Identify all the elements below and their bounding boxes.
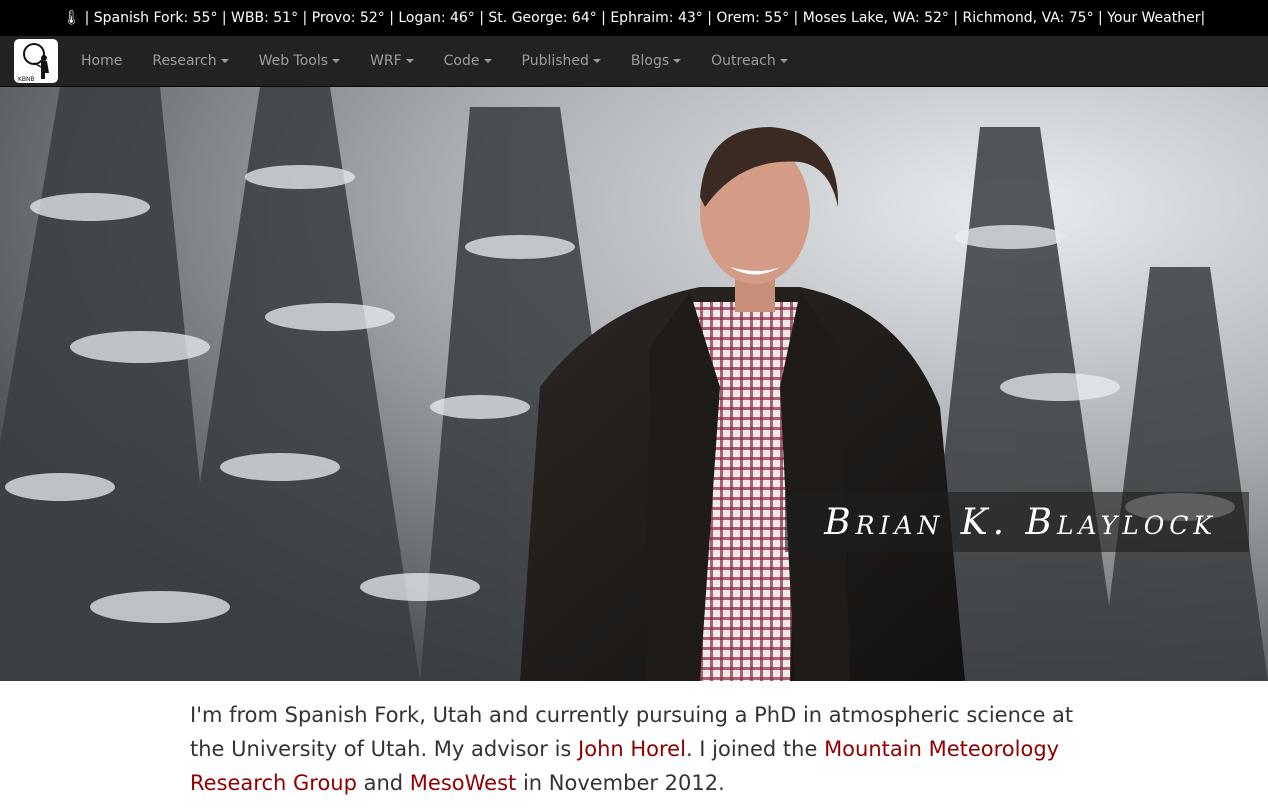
caret-down-icon (405, 59, 414, 63)
nav-home[interactable]: Home (66, 53, 137, 69)
site-logo[interactable]: KBNB (14, 39, 58, 83)
caret-down-icon (673, 59, 682, 63)
nav-web-tools[interactable]: Web Tools (244, 53, 355, 69)
weather-ticker-text[interactable]: | Spanish Fork: 55° | WBB: 51° | Provo: … (85, 10, 1206, 26)
svg-text:KBNB: KBNB (18, 76, 35, 83)
caret-down-icon (592, 59, 601, 63)
nav-outreach[interactable]: Outreach (696, 53, 803, 69)
hero-banner: Brian K. Blaylock (0, 87, 1268, 681)
nav-code[interactable]: Code (429, 53, 507, 69)
thermometer-icon: 🌡 (62, 10, 81, 26)
name-plate: Brian K. Blaylock (785, 492, 1249, 552)
nav-blogs[interactable]: Blogs (616, 53, 696, 69)
caret-down-icon (483, 59, 492, 63)
caret-down-icon (332, 59, 341, 63)
hero-photo (0, 87, 1268, 681)
intro-paragraph: I'm from Spanish Fork, Utah and currentl… (190, 698, 1090, 800)
weather-ticker: 🌡 | Spanish Fork: 55° | WBB: 51° | Provo… (0, 0, 1268, 36)
link-john-horel[interactable]: John Horel (578, 737, 686, 761)
caret-down-icon (220, 59, 229, 63)
nav-research[interactable]: Research (137, 53, 243, 69)
link-mesowest[interactable]: MesoWest (410, 771, 516, 795)
intro-text-3: and (356, 771, 410, 795)
nav-wrf[interactable]: WRF (355, 53, 429, 69)
nav-published[interactable]: Published (507, 53, 616, 69)
caret-down-icon (779, 59, 788, 63)
intro-text-2: . I joined the (685, 737, 825, 761)
intro-text-4: in November 2012. (516, 771, 725, 795)
navbar: KBNB Home Research Web Tools WRF Code Pu… (0, 36, 1268, 87)
hero-name: Brian K. Blaylock (824, 501, 1217, 543)
